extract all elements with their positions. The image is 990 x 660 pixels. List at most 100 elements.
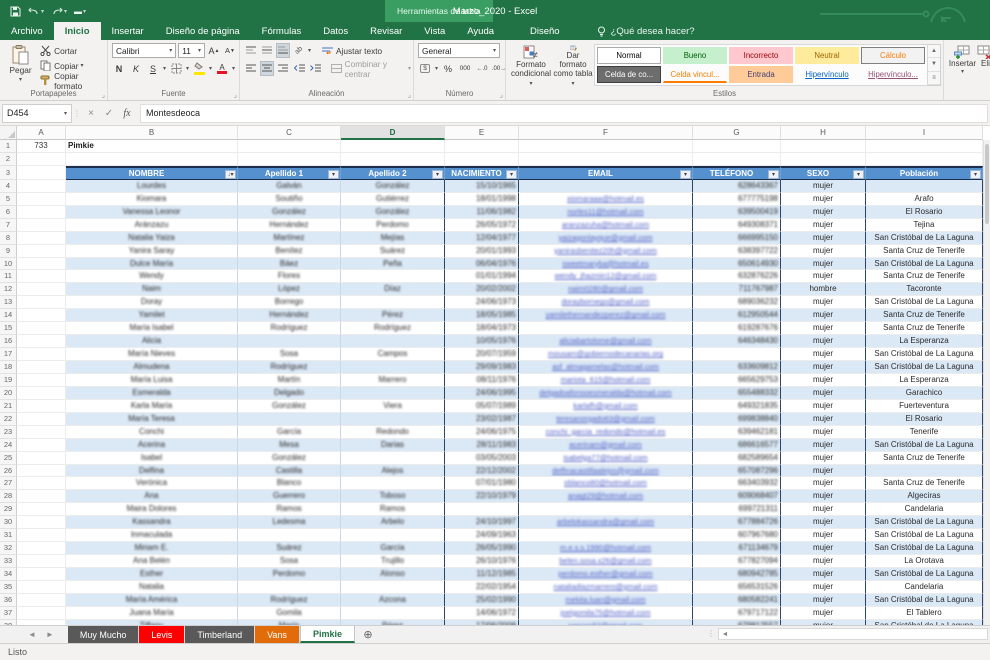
cell-I29[interactable]: mujer xyxy=(781,503,866,516)
vertical-scrollbar-thumb[interactable] xyxy=(985,144,989,224)
tab-split-handle[interactable]: ⋮ xyxy=(707,629,714,638)
cell-A3[interactable] xyxy=(17,166,66,180)
cell-F20[interactable]: 24/06/1995 xyxy=(445,387,519,400)
cell-F32[interactable]: 26/05/1990 xyxy=(445,542,519,555)
table-header-sexo[interactable]: SEXO▾ xyxy=(781,166,866,180)
cell-H16[interactable]: 646348430 xyxy=(693,335,781,348)
tell-me-search[interactable]: ¿Qué desea hacer? xyxy=(571,22,695,40)
cell-G19[interactable]: mariota_615@hotmail.com xyxy=(519,374,693,387)
cell-undefined10[interactable]: San Cristóbal de La Laguna xyxy=(866,258,983,271)
cell-C22[interactable]: María Teresa xyxy=(66,413,238,426)
cell-G13[interactable]: doraybornego@gmail.com xyxy=(519,296,693,309)
cell-E5[interactable]: Gutiérrez xyxy=(341,193,445,206)
cell-I7[interactable]: mujer xyxy=(781,219,866,232)
cell-E22[interactable] xyxy=(341,413,445,426)
cell-H17[interactable] xyxy=(693,348,781,361)
cell-F1[interactable] xyxy=(519,140,693,153)
cell-C31[interactable]: Inmaculada xyxy=(66,529,238,542)
cell-undefined37[interactable]: El Tablero xyxy=(866,607,983,620)
sheet-tab-timberland[interactable]: Timberland xyxy=(185,626,255,643)
cell-C21[interactable]: Karla María xyxy=(66,400,238,413)
style-incorrecto[interactable]: Incorrecto xyxy=(729,47,793,64)
cell-F30[interactable]: 24/10/1997 xyxy=(445,516,519,529)
table-header-población[interactable]: Población▾ xyxy=(866,166,983,180)
merge-center-button[interactable]: Combinar y centrar▾ xyxy=(330,61,411,76)
cell-I8[interactable]: mujer xyxy=(781,232,866,245)
cell-I12[interactable]: hombre xyxy=(781,283,866,296)
cell-E12[interactable]: Díaz xyxy=(341,283,445,296)
cell-C20[interactable]: Esmeralda xyxy=(66,387,238,400)
cell-E9[interactable]: Suárez xyxy=(341,245,445,258)
tab-datos[interactable]: Datos xyxy=(312,22,359,40)
column-header-A[interactable]: A xyxy=(17,126,66,140)
sheet-tab-levis[interactable]: Levis xyxy=(139,626,185,643)
cell-C12[interactable]: Naim xyxy=(66,283,238,296)
cell-E31[interactable] xyxy=(341,529,445,542)
row-header-23[interactable]: 23 xyxy=(0,426,17,439)
row-header-27[interactable]: 27 xyxy=(0,477,17,490)
cell-E25[interactable] xyxy=(341,452,445,465)
cell-D16[interactable] xyxy=(238,335,341,348)
cell-H18[interactable]: 633609812 xyxy=(693,361,781,374)
cell-H28[interactable]: 609068407 xyxy=(693,490,781,503)
row-header-8[interactable]: 8 xyxy=(0,232,17,245)
cell-H15[interactable]: 619287676 xyxy=(693,322,781,335)
cell-H35[interactable]: 656531526 xyxy=(693,581,781,594)
cell-undefined34[interactable]: San Cristóbal de La Laguna xyxy=(866,568,983,581)
cell-I25[interactable]: mujer xyxy=(781,452,866,465)
cell-F9[interactable]: 20/01/1993 xyxy=(445,245,519,258)
cell-H19[interactable]: 665629753 xyxy=(693,374,781,387)
cell-C29[interactable]: Maira Dolores xyxy=(66,503,238,516)
row-header-5[interactable]: 5 xyxy=(0,193,17,206)
cut-button[interactable]: Cortar xyxy=(37,43,105,58)
increase-indent-icon[interactable] xyxy=(308,61,322,76)
row-header-2[interactable]: 2 xyxy=(0,153,17,166)
cell-C8[interactable]: Natalia Yaiza xyxy=(66,232,238,245)
cell-undefined11[interactable]: Santa Cruz de Tenerife xyxy=(866,270,983,283)
tab-ayuda[interactable]: Ayuda xyxy=(456,22,505,40)
row-header-21[interactable]: 21 xyxy=(0,400,17,413)
cell-G14[interactable]: yamilethernandezperez@gmail.com xyxy=(519,309,693,322)
cell-F13[interactable]: 24/06/1973 xyxy=(445,296,519,309)
cell-A20[interactable] xyxy=(17,387,66,400)
cell-C16[interactable]: Alicia xyxy=(66,335,238,348)
cell-D35[interactable] xyxy=(238,581,341,594)
filter-icon[interactable]: ▾ xyxy=(328,170,339,179)
row-header-7[interactable]: 7 xyxy=(0,219,17,232)
cell-I37[interactable]: mujer xyxy=(781,607,866,620)
row-header-13[interactable]: 13 xyxy=(0,296,17,309)
percent-style-button[interactable]: % xyxy=(441,61,455,76)
cell-H2[interactable] xyxy=(781,153,866,166)
cell-H30[interactable]: 677884726 xyxy=(693,516,781,529)
cell-E15[interactable]: Rodríguez xyxy=(341,322,445,335)
cell-A4[interactable] xyxy=(17,180,66,193)
tab-inicio[interactable]: Inicio xyxy=(54,22,101,40)
cell-C13[interactable]: Doray xyxy=(66,296,238,309)
table-header-nacimiento[interactable]: NACIMIENTO▾ xyxy=(445,166,519,180)
cell-G2[interactable] xyxy=(693,153,781,166)
column-header-I[interactable]: I xyxy=(866,126,983,140)
gallery-up-icon[interactable]: ▲ xyxy=(928,45,940,58)
row-header-9[interactable]: 9 xyxy=(0,245,17,258)
row-header-33[interactable]: 33 xyxy=(0,555,17,568)
cell-F7[interactable]: 26/05/1972 xyxy=(445,219,519,232)
cell-G30[interactable]: arbelokassandra@gmail.com xyxy=(519,516,693,529)
cell-F26[interactable]: 22/12/2002 xyxy=(445,465,519,478)
style-hipervinculo[interactable]: Hipervínculo xyxy=(795,66,859,83)
cell-H22[interactable]: 699838840 xyxy=(693,413,781,426)
cell-undefined5[interactable]: Arafo xyxy=(866,193,983,206)
cell-C24[interactable]: Acerina xyxy=(66,439,238,452)
cell-undefined29[interactable]: Candelaria xyxy=(866,503,983,516)
cell-D32[interactable]: Suárez xyxy=(238,542,341,555)
cell-E32[interactable]: García xyxy=(341,542,445,555)
cell-C14[interactable]: Yamilet xyxy=(66,309,238,322)
dialog-launcher-icon[interactable]: ⌟ xyxy=(408,91,411,99)
cell-I24[interactable]: mujer xyxy=(781,439,866,452)
tab-archivo[interactable]: Archivo xyxy=(0,22,54,40)
cell-H1[interactable] xyxy=(781,140,866,153)
save-icon[interactable] xyxy=(10,6,21,17)
cell-C23[interactable]: Conchi xyxy=(66,426,238,439)
tab-formulas[interactable]: Fórmulas xyxy=(251,22,313,40)
style-entrada[interactable]: Entrada xyxy=(729,66,793,83)
cell-C9[interactable]: Yanira Saray xyxy=(66,245,238,258)
